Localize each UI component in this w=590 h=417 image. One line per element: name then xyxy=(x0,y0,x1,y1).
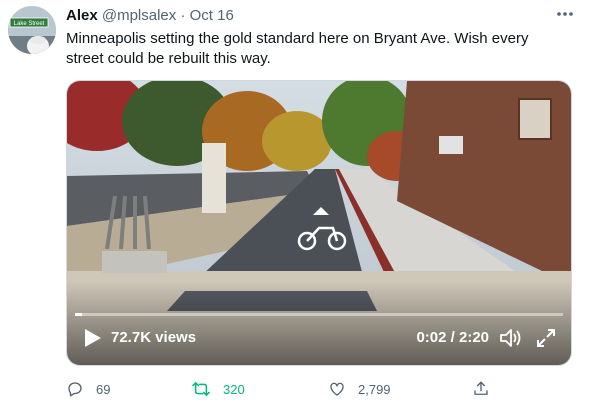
retweet-count: 320 xyxy=(223,381,245,397)
video-time: 0:02 / 2:20 xyxy=(416,329,489,346)
retweet-button[interactable]: 320 xyxy=(191,377,245,401)
tweet-text: Minneapolis setting the gold standard he… xyxy=(66,30,529,67)
tweet-header: Alex @mplsalex · Oct 16 xyxy=(66,7,234,25)
retweet-icon xyxy=(191,381,211,397)
more-icon[interactable] xyxy=(553,4,577,24)
video-player[interactable]: 72.7K views 0:02 / 2:20 xyxy=(66,80,572,366)
like-button[interactable]: 2,799 xyxy=(328,377,391,401)
avatar-sign-text: Lake Street xyxy=(14,21,45,27)
like-icon xyxy=(330,382,344,396)
play-icon[interactable] xyxy=(81,327,103,349)
fullscreen-icon[interactable] xyxy=(535,327,557,349)
header-separator: · xyxy=(180,7,186,24)
view-count: 72.7K views xyxy=(111,329,197,346)
volume-icon[interactable] xyxy=(499,327,523,349)
video-controls: 72.7K views 0:02 / 2:20 xyxy=(67,313,571,365)
reply-icon xyxy=(68,382,82,397)
reply-count: 69 xyxy=(96,381,111,397)
progress-fill xyxy=(75,313,82,316)
like-count: 2,799 xyxy=(358,381,391,397)
share-button[interactable] xyxy=(472,377,502,401)
tweet-date[interactable]: Oct 16 xyxy=(190,7,234,24)
share-icon xyxy=(474,381,488,395)
tweet-actions: 69 320 2,799 xyxy=(66,377,496,401)
avatar[interactable]: Lake Street xyxy=(8,6,56,54)
author-name[interactable]: Alex xyxy=(66,7,98,24)
avatar-image: Lake Street xyxy=(8,6,56,54)
progress-bar[interactable] xyxy=(75,313,563,316)
author-handle[interactable]: @mplsalex xyxy=(102,7,176,24)
reply-button[interactable]: 69 xyxy=(66,377,110,401)
